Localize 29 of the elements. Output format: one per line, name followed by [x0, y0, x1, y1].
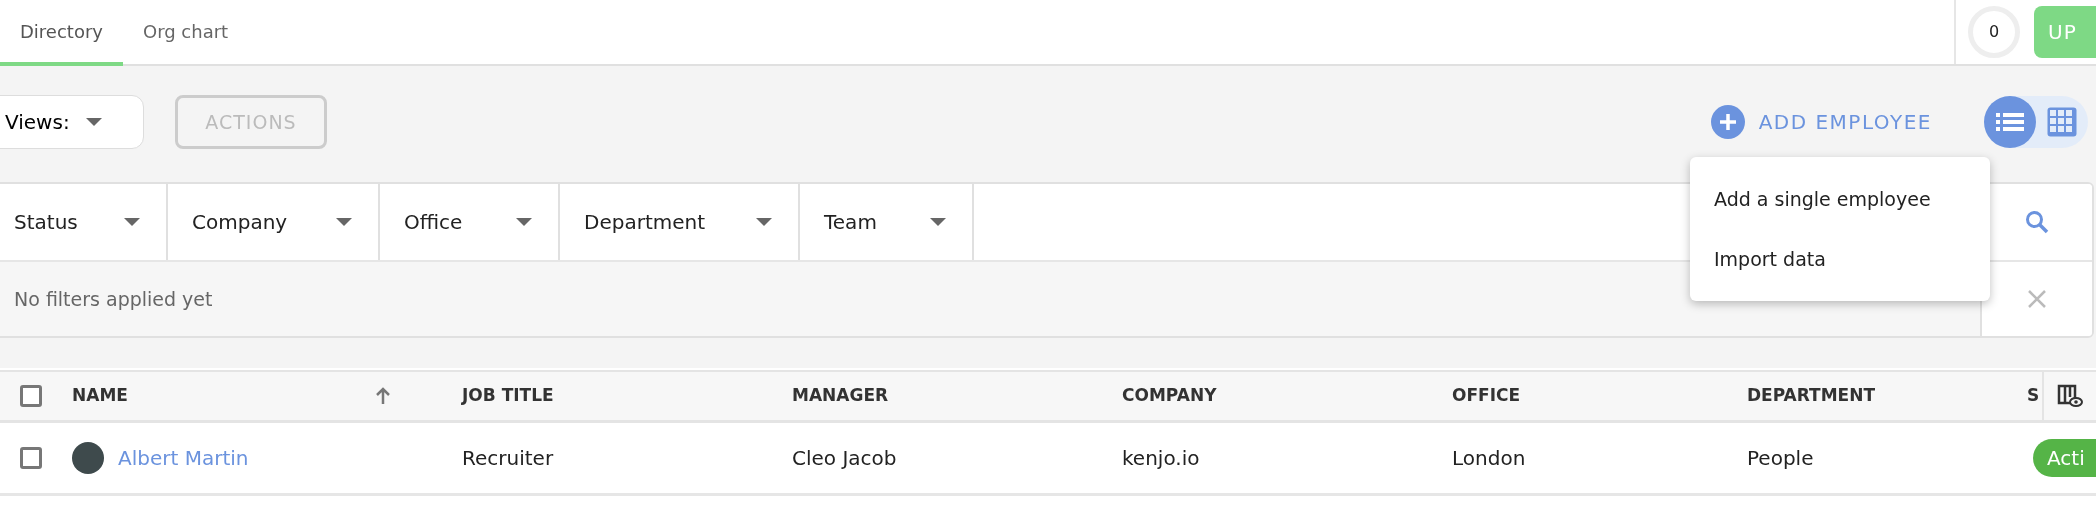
checkbox[interactable]: [20, 385, 42, 407]
columns-eye-icon: [2057, 384, 2083, 408]
tab[interactable]: Org chart: [122, 0, 249, 66]
list-icon: [1996, 111, 2024, 133]
grid-icon: [2047, 107, 2077, 137]
table-cell-text: Recruiter: [462, 445, 554, 472]
close-icon: [2027, 289, 2047, 309]
menu-item[interactable]: Add a single employee: [1690, 169, 1990, 229]
search-icon: [2025, 210, 2049, 234]
column-header[interactable]: COMPANY: [1122, 383, 1217, 409]
column-header[interactable]: OFFICE: [1452, 383, 1521, 409]
column-header[interactable]: MANAGER: [792, 383, 889, 409]
avatar: [72, 442, 104, 474]
list-view-button[interactable]: [1984, 96, 2036, 148]
table-cell-text: People: [1747, 445, 1814, 472]
views-dropdown[interactable]: Views:: [0, 95, 144, 149]
table-cell-text: kenjo.io: [1122, 445, 1200, 472]
notification-counter[interactable]: 0: [1968, 6, 2020, 58]
column-header[interactable]: S: [2027, 383, 2040, 409]
table-cell-text: London: [1452, 445, 1526, 472]
status-badge: Acti: [2033, 439, 2096, 477]
column-header[interactable]: JOB TITLE: [462, 383, 554, 409]
menu-item[interactable]: Import data: [1690, 229, 1990, 289]
sort-arrow-icon[interactable]: [376, 387, 390, 405]
plus-icon: [1710, 105, 1745, 139]
table-cell-text: Cleo Jacob: [792, 445, 897, 472]
filter-summary: No filters applied yet: [13, 286, 213, 312]
checkbox[interactable]: [20, 447, 42, 469]
column-header[interactable]: NAME: [72, 383, 128, 409]
